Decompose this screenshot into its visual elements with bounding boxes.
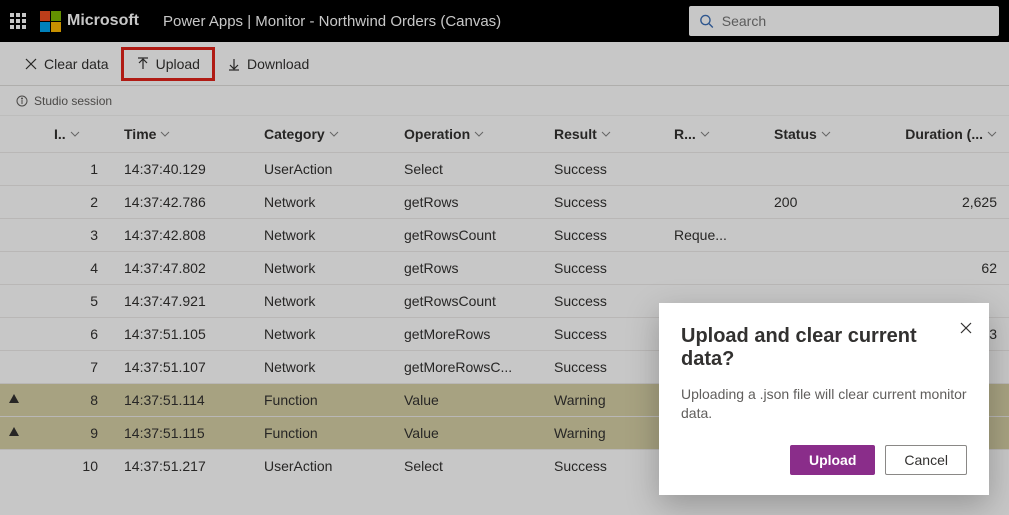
dialog-title: Upload and clear current data? (681, 325, 967, 371)
upload-dialog: Upload and clear current data? Uploading… (659, 303, 989, 495)
close-icon (959, 321, 973, 335)
dialog-upload-button[interactable]: Upload (790, 445, 875, 475)
dialog-close-button[interactable] (959, 321, 973, 338)
dialog-cancel-button[interactable]: Cancel (885, 445, 967, 475)
dialog-body: Uploading a .json file will clear curren… (681, 385, 967, 423)
